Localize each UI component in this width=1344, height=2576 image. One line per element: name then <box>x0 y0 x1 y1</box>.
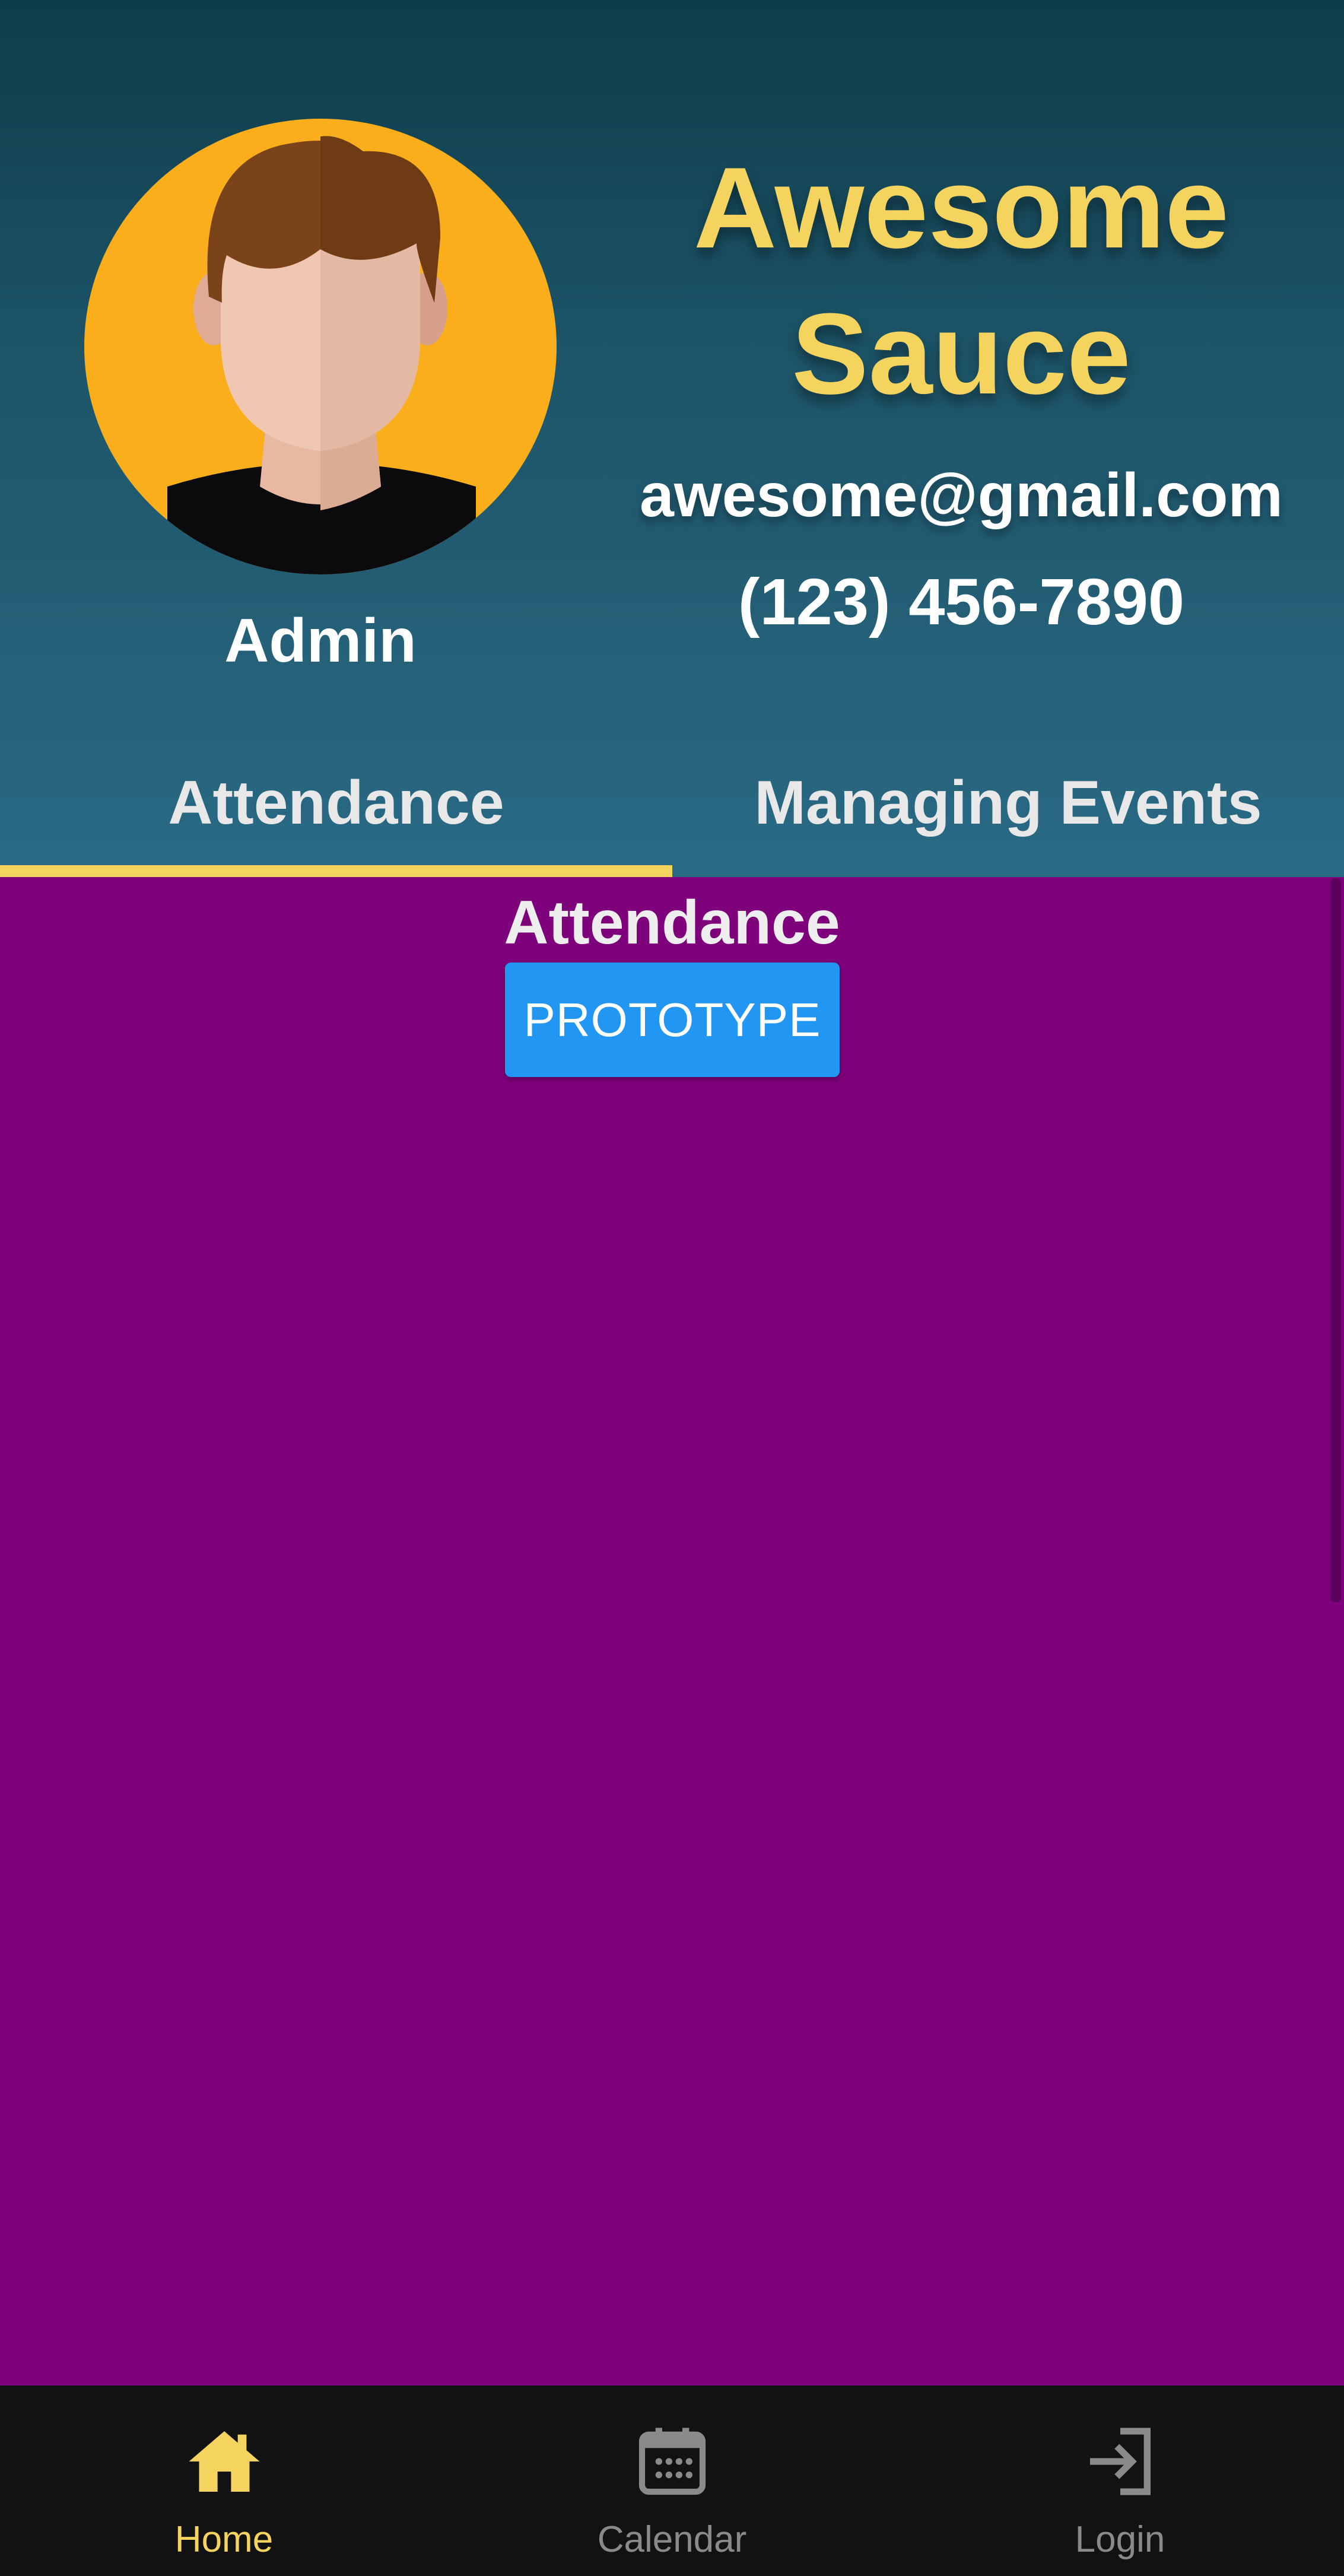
user-role: Admin <box>224 606 417 675</box>
tab-managing-events[interactable]: Managing Events <box>672 758 1344 877</box>
nav-home-label: Home <box>174 2519 274 2560</box>
tab-attendance-label: Attendance <box>168 768 504 837</box>
nav-home[interactable]: Home <box>0 2386 448 2576</box>
user-phone: (123) 456-7890 <box>738 566 1185 639</box>
calendar-icon <box>632 2421 713 2502</box>
profile-header: Admin Awesome Sauce awesome@gmail.com (1… <box>0 0 1344 877</box>
nav-login-label: Login <box>1075 2519 1165 2560</box>
user-avatar-icon <box>84 119 557 574</box>
nav-calendar[interactable]: Calendar <box>448 2386 896 2576</box>
bottom-navigation: Home Calendar Login <box>0 2386 1344 2576</box>
user-name: Awesome Sauce <box>693 144 1229 418</box>
tab-selected-indicator <box>0 865 672 877</box>
nav-calendar-label: Calendar <box>597 2519 747 2560</box>
user-email: awesome@gmail.com <box>639 461 1283 530</box>
home-icon <box>184 2421 265 2502</box>
content-title: Attendance <box>504 888 840 957</box>
prototype-button[interactable]: PROTOTYPE <box>505 963 840 1077</box>
login-icon <box>1080 2421 1161 2502</box>
tab-attendance[interactable]: Attendance <box>0 758 672 877</box>
tab-managing-events-label: Managing Events <box>754 768 1262 837</box>
content-scrollbar[interactable] <box>1330 878 1341 1602</box>
nav-login[interactable]: Login <box>896 2386 1344 2576</box>
